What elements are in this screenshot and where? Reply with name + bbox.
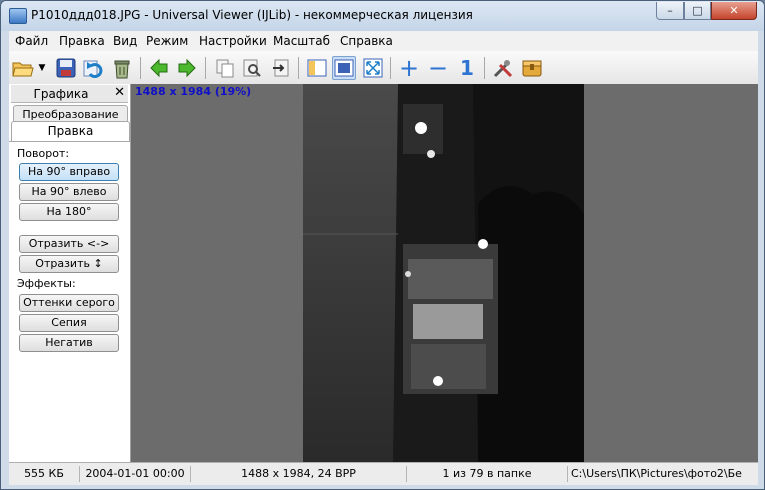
dropdown-arrow-icon[interactable]: ▼	[36, 56, 48, 80]
sepia-button[interactable]: Сепия	[19, 314, 119, 332]
effects-label: Эффекты:	[17, 277, 76, 290]
fit-window-icon[interactable]	[332, 56, 356, 80]
status-file-size: 555 КБ	[24, 467, 64, 480]
menu-view[interactable]: Вид	[113, 34, 137, 48]
status-divider	[567, 466, 568, 482]
tab-divider	[9, 141, 130, 142]
rotate-label: Поворот:	[17, 147, 70, 160]
menu-bar: Файл Правка Вид Режим Настройки Масштаб …	[9, 31, 758, 51]
flip-horizontal-button[interactable]: Отразить <->	[19, 235, 119, 253]
maximize-button[interactable]: □	[684, 2, 711, 20]
window-title: P1010ддд018.JPG - Universal Viewer (IJLi…	[31, 8, 473, 22]
copy-icon[interactable]	[213, 56, 237, 80]
recycle-bin-icon[interactable]	[110, 56, 134, 80]
status-position: 1 из 79 в папке	[442, 467, 532, 480]
actual-size-icon[interactable]: 1	[455, 56, 479, 80]
zoom-preview-icon[interactable]	[240, 56, 264, 80]
tools-icon[interactable]	[491, 56, 515, 80]
image-viewer[interactable]: 1488 x 1984 (19%)	[131, 84, 758, 462]
panel-title: Графика	[33, 87, 89, 101]
panel-header: Графика ✕	[11, 85, 128, 103]
rotate-right-button[interactable]: На 90° вправо	[19, 163, 119, 181]
open-folder-icon[interactable]	[11, 56, 35, 80]
menu-settings[interactable]: Настройки	[199, 34, 267, 48]
package-icon[interactable]	[520, 56, 544, 80]
title-bar[interactable]: P1010ддд018.JPG - Universal Viewer (IJLi…	[1, 1, 764, 31]
move-to-icon[interactable]	[269, 56, 293, 80]
app-window: P1010ддд018.JPG - Universal Viewer (IJLi…	[0, 0, 765, 490]
menu-help[interactable]: Справка	[340, 34, 393, 48]
negative-button[interactable]: Негатив	[19, 334, 119, 352]
toolbar-separator	[390, 57, 391, 79]
status-path: C:\Users\ПК\Pictures\фото2\Бе	[571, 467, 742, 480]
menu-scale[interactable]: Масштаб	[273, 34, 330, 48]
menu-file[interactable]: Файл	[15, 34, 48, 48]
close-button[interactable]: ✕	[711, 2, 757, 20]
toolbar-separator	[298, 57, 299, 79]
status-resolution: 1488 x 1984, 24 BPP	[241, 467, 356, 480]
toolbar-separator	[205, 57, 206, 79]
tab-edit[interactable]: Правка	[11, 121, 130, 142]
status-bar: 555 КБ 2004-01-01 00:00 1488 x 1984, 24 …	[9, 462, 758, 485]
flip-vertical-button[interactable]: Отразить ↕	[19, 255, 119, 273]
grayscale-button[interactable]: Оттенки серого	[19, 294, 119, 312]
panel-close-icon[interactable]: ✕	[114, 85, 125, 100]
photo[interactable]	[303, 84, 584, 462]
refresh-icon[interactable]	[81, 56, 105, 80]
image-dimensions-overlay: 1488 x 1984 (19%)	[135, 85, 252, 98]
toolbar: ▼ + − 1	[9, 51, 758, 85]
rotate-180-button[interactable]: На 180°	[19, 203, 119, 221]
arrow-left-icon[interactable]	[147, 56, 171, 80]
zoom-in-icon[interactable]: +	[397, 56, 421, 80]
zoom-out-icon[interactable]: −	[426, 56, 450, 80]
app-icon[interactable]	[9, 8, 27, 24]
panel-toggle-icon[interactable]	[305, 56, 329, 80]
toolbar-separator	[140, 57, 141, 79]
fullscreen-icon[interactable]	[361, 56, 385, 80]
graphics-panel: Графика ✕ Преобразование Правка Поворот:…	[9, 84, 131, 462]
rotate-left-button[interactable]: На 90° влево	[19, 183, 119, 201]
minimize-button[interactable]: –	[656, 2, 684, 20]
menu-edit[interactable]: Правка	[59, 34, 105, 48]
arrow-right-icon[interactable]	[175, 56, 199, 80]
save-icon[interactable]	[54, 56, 78, 80]
menu-mode[interactable]: Режим	[146, 34, 188, 48]
toolbar-separator	[484, 57, 485, 79]
status-date: 2004-01-01 00:00	[85, 467, 185, 480]
